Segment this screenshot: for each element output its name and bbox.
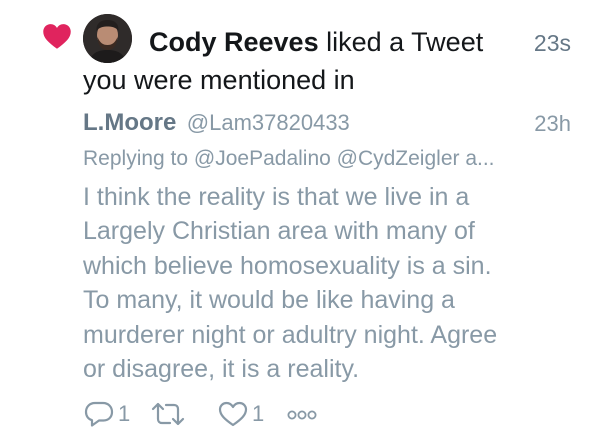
tweet-body[interactable]: I think the reality is that we live in a…: [83, 180, 583, 386]
notification-card[interactable]: Cody Reeves liked a Tweet 23s you were m…: [0, 0, 598, 445]
heart-icon: [43, 24, 71, 49]
tweet-actions: 1 1: [83, 398, 319, 430]
like-count: 1: [252, 401, 265, 426]
reply-icon: [84, 401, 114, 427]
tweet-body-line: murderer night or adultry night. Agree: [83, 320, 498, 349]
notification-headline: Cody Reeves liked a Tweet: [149, 26, 483, 58]
tweet-body-line: or disagree, it is a reality.: [83, 355, 360, 384]
like-button[interactable]: 1: [217, 400, 285, 428]
tweet-body-line: I think the reality is that we live in a: [83, 183, 470, 211]
notification-user-name[interactable]: Cody Reeves: [149, 27, 319, 57]
replying-to[interactable]: Replying to @JoePadalino @CydZeigler a..…: [83, 147, 573, 171]
tweet-author-row: L.Moore @Lam37820433 23h: [83, 109, 571, 141]
tweet-author-handle[interactable]: @Lam37820433: [187, 110, 350, 135]
tweet-body-line: To many, it would be like having a: [83, 286, 455, 315]
notification-action-text: liked a Tweet: [326, 27, 484, 57]
like-icon: [218, 401, 248, 427]
tweet-body-line: which believe homosexuality is a sin.: [83, 251, 492, 280]
notification-time: 23s: [533, 30, 571, 56]
avatar[interactable]: [83, 14, 132, 63]
retweet-button[interactable]: [150, 400, 217, 428]
tweet-author-name[interactable]: L.Moore: [83, 109, 176, 136]
tweet-time: 23h: [534, 111, 571, 136]
reply-button[interactable]: 1: [83, 400, 150, 428]
retweet-icon: [151, 402, 185, 426]
avatar-image: [83, 14, 132, 63]
more-button[interactable]: [285, 400, 319, 428]
tweet-body-line: Largely Christian area with many of: [83, 217, 475, 246]
notification-action-text-line2: you were mentioned in: [83, 65, 355, 95]
more-icon: [287, 410, 317, 420]
reply-count: 1: [118, 401, 131, 426]
